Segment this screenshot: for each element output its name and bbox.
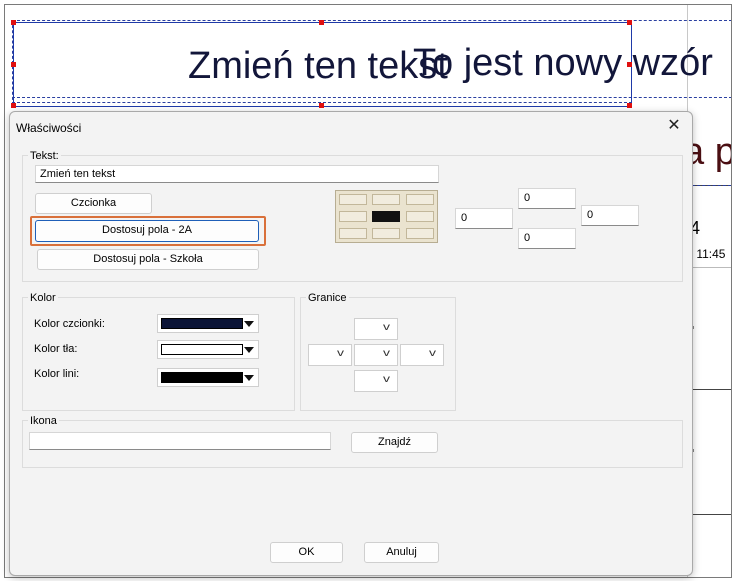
icon-path-input[interactable]	[29, 432, 331, 450]
bg-color-label: Kolor tła:	[34, 343, 78, 355]
line-color-picker[interactable]	[157, 368, 259, 387]
resize-handle[interactable]	[11, 62, 16, 67]
font-button[interactable]: Czcionka	[35, 193, 152, 214]
text-input[interactable]: Zmień ten tekst	[35, 165, 439, 183]
margin-top-input[interactable]: 0	[518, 188, 576, 209]
resize-handle[interactable]	[627, 103, 632, 108]
margin-right-input[interactable]: 0	[581, 205, 639, 226]
bg-color-swatch	[161, 344, 243, 355]
resize-handle[interactable]	[11, 103, 16, 108]
line-color-label: Kolor lini:	[34, 368, 80, 380]
align-bottom-left[interactable]	[339, 228, 367, 239]
dropdown-arrow-icon	[244, 321, 254, 327]
align-top-center[interactable]	[372, 194, 400, 205]
align-bottom-center[interactable]	[372, 228, 400, 239]
bg-color-picker[interactable]	[157, 340, 259, 359]
align-middle-right[interactable]	[406, 211, 434, 222]
ok-button[interactable]: OK	[270, 542, 343, 563]
borders-group-label: Granice	[306, 292, 349, 304]
border-right-dropdown[interactable]: v	[400, 344, 444, 366]
dropdown-arrow-icon	[244, 347, 254, 353]
properties-dialog: Właściwości ✕ Tekst: Zmień ten tekst Czc…	[9, 111, 693, 576]
font-color-label: Kolor czcionki:	[34, 318, 105, 330]
dropdown-arrow-icon	[244, 375, 254, 381]
margin-bottom-input[interactable]: 0	[518, 228, 576, 249]
align-bottom-right[interactable]	[406, 228, 434, 239]
align-middle-left[interactable]	[339, 211, 367, 222]
align-middle-center[interactable]	[372, 211, 400, 222]
border-top-dropdown[interactable]: v	[354, 318, 398, 340]
template-text-new[interactable]: To jest nowy wzór	[413, 42, 713, 85]
chevron-down-icon: v	[383, 348, 390, 359]
dialog-title: Właściwości	[16, 121, 82, 135]
fit-fields-school-button[interactable]: Dostosuj pola - Szkoła	[37, 249, 259, 270]
resize-handle[interactable]	[319, 103, 324, 108]
chevron-down-icon: v	[429, 348, 436, 359]
font-color-swatch	[161, 318, 243, 329]
close-icon[interactable]: ✕	[664, 116, 684, 136]
font-color-picker[interactable]	[157, 314, 259, 333]
border-left-dropdown[interactable]: v	[308, 344, 352, 366]
align-top-right[interactable]	[406, 194, 434, 205]
resize-handle[interactable]	[627, 20, 632, 25]
line-color-swatch	[161, 372, 243, 383]
selection-border-top	[12, 20, 731, 21]
chevron-down-icon: v	[383, 322, 390, 333]
resize-handle[interactable]	[11, 20, 16, 25]
margin-left-input[interactable]: 0	[455, 208, 513, 229]
side-time: - 11:45	[689, 247, 726, 261]
resize-handle[interactable]	[319, 20, 324, 25]
fit-fields-2a-button[interactable]: Dostosuj pola - 2A	[35, 220, 259, 242]
color-group-label: Kolor	[28, 292, 58, 304]
selection-border-right-lower	[687, 185, 731, 186]
side-row-line	[687, 267, 731, 268]
find-icon-button[interactable]: Znajdź	[351, 432, 438, 453]
chevron-down-icon: v	[383, 374, 390, 385]
side-row-line	[687, 389, 731, 390]
border-center-dropdown[interactable]: v	[354, 344, 398, 366]
resize-handle[interactable]	[627, 62, 632, 67]
alignment-grid[interactable]	[335, 190, 438, 243]
side-row-line	[687, 514, 731, 515]
icon-group-label: Ikona	[28, 415, 59, 427]
align-top-left[interactable]	[339, 194, 367, 205]
text-group-label: Tekst:	[28, 150, 61, 162]
template-text-change[interactable]: Zmień ten tekst	[188, 45, 448, 88]
chevron-down-icon: v	[337, 348, 344, 359]
cancel-button[interactable]: Anuluj	[364, 542, 439, 563]
border-bottom-dropdown[interactable]: v	[354, 370, 398, 392]
